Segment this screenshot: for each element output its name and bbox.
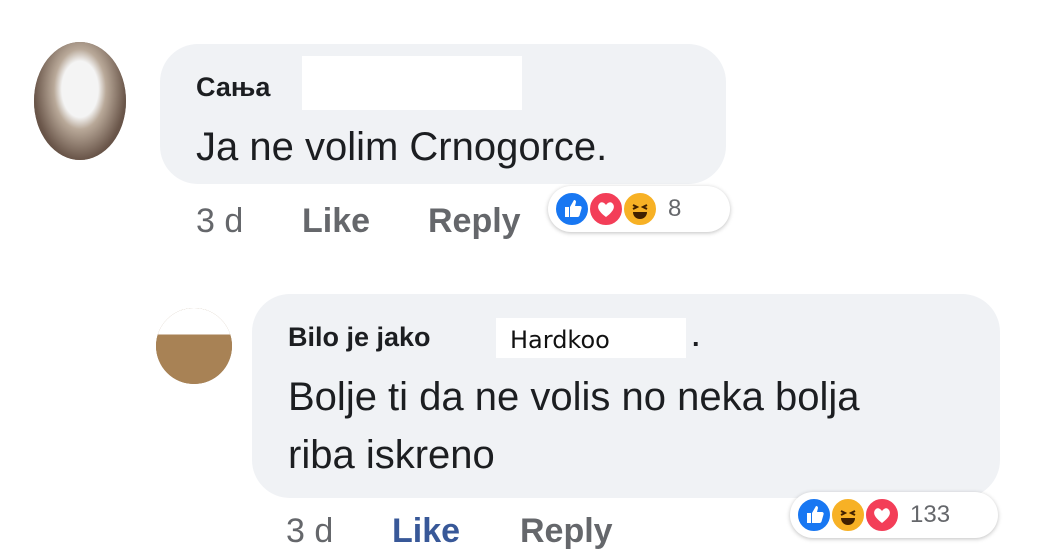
comment-text-line-2: riba iskreno <box>288 433 495 477</box>
like-icon <box>554 191 590 227</box>
comment-author[interactable]: Bilo je jako <box>288 322 431 353</box>
author-suffix: . <box>692 322 700 352</box>
reply-button[interactable]: Reply <box>428 202 521 241</box>
avatar-image <box>156 308 232 384</box>
reactions-summary[interactable]: 133 <box>790 492 998 538</box>
reaction-count: 8 <box>668 195 682 222</box>
comment-timestamp[interactable]: 3 d <box>196 202 243 241</box>
haha-icon <box>830 497 866 533</box>
haha-icon <box>622 191 658 227</box>
comment-text-line-1: Bolje ti da ne volis no neka bolja <box>288 375 860 419</box>
redacted-name-block <box>302 56 522 110</box>
reaction-count: 133 <box>910 501 951 528</box>
comment-timestamp[interactable]: 3 d <box>286 512 333 551</box>
reactions-summary[interactable]: 8 <box>548 186 730 232</box>
like-button[interactable]: Like <box>392 512 460 551</box>
reply-button[interactable]: Reply <box>520 512 613 551</box>
like-button[interactable]: Like <box>302 202 370 241</box>
comment-text: Ja ne volim Crnogorce. <box>196 125 608 169</box>
avatar[interactable] <box>34 42 126 160</box>
comment-author[interactable]: Сања <box>196 72 270 103</box>
love-icon <box>588 191 624 227</box>
avatar[interactable] <box>156 308 232 384</box>
love-icon <box>864 497 900 533</box>
avatar-image <box>34 42 126 160</box>
like-icon <box>796 497 832 533</box>
handwritten-name: Hardkoo <box>510 326 610 354</box>
